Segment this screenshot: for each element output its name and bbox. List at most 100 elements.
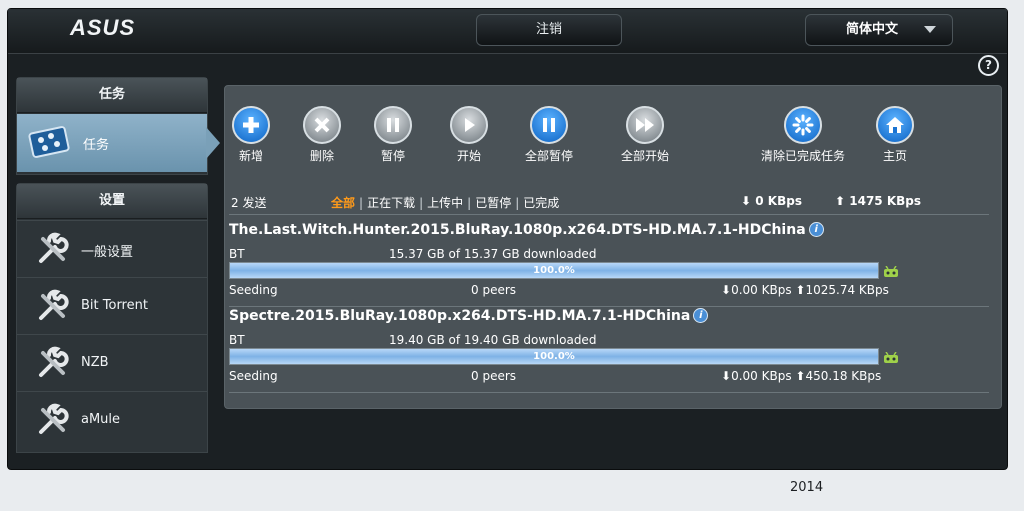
download-speed-value: 0 KBps	[755, 194, 802, 208]
upload-speed-value: 1475 KBps	[849, 194, 922, 208]
torrent-row[interactable]: Spectre.2015.BluRay.1080p.x264.DTS-HD.MA…	[229, 308, 989, 392]
home-icon	[876, 106, 914, 144]
info-icon[interactable]: i	[693, 308, 709, 323]
start-button[interactable]: 开始	[449, 106, 489, 164]
torrent-status: Seeding	[229, 283, 278, 297]
chevron-down-icon	[924, 26, 936, 33]
divider	[229, 392, 989, 393]
torrent-name-text: The.Last.Witch.Hunter.2015.BluRay.1080p.…	[229, 222, 806, 238]
sidebar-item-label: aMule	[81, 412, 121, 427]
arrow-down-icon: ⬇	[721, 369, 732, 383]
sidebar-item-label: NZB	[81, 355, 109, 370]
torrent-speed: ⬇0.00 KBps ⬆450.18 KBps	[721, 369, 881, 383]
total-download-speed: ⬇ 0 KBps	[741, 194, 802, 208]
task-count: 2 发送	[231, 196, 267, 210]
torrent-type: BT	[229, 247, 245, 261]
sidebar-item-nzb[interactable]: NZB	[17, 334, 207, 391]
filter-row: 2 发送 全部 | 正在下载 | 上传中 | 已暂停 | 已完成 ⬇ 0 KBps ⬆ 1475…	[229, 190, 989, 212]
delete-label: 删除	[309, 149, 334, 163]
filter-separator: |	[515, 196, 520, 210]
plus-icon	[232, 106, 270, 144]
asus-logo: ASUS	[70, 15, 136, 40]
start-all-button[interactable]: 全部开始	[617, 106, 673, 164]
torrent-name-text: Spectre.2015.BluRay.1080p.x264.DTS-HD.MA…	[229, 308, 691, 324]
home-label: 主页	[882, 149, 907, 163]
torrent-status: Seeding	[229, 369, 278, 383]
sidebar-item-label: 一般设置	[81, 245, 134, 260]
sidebar-item-label: Bit Torrent	[81, 298, 148, 313]
filter-completed[interactable]: 已完成	[523, 196, 559, 210]
progress-text: 100.0%	[533, 351, 575, 362]
progress-bar[interactable]: 100.0%	[229, 262, 879, 279]
torrent-type: BT	[229, 333, 245, 347]
filter-separator: |	[359, 196, 364, 210]
torrent-size: 15.37 GB of 15.37 GB downloaded	[389, 247, 597, 261]
sidebar-item-tasks[interactable]: 任务	[17, 114, 207, 172]
robot-icon	[884, 266, 898, 277]
divider	[229, 214, 989, 215]
start-label: 开始	[456, 149, 481, 163]
torrent-peers: 0 peers	[471, 283, 517, 297]
torrent-peers: 0 peers	[471, 369, 517, 383]
sidebar-item-amule[interactable]: aMule	[17, 391, 207, 452]
task-board-icon	[28, 126, 70, 158]
filter-paused[interactable]: 已暂停	[475, 196, 511, 210]
filter-all[interactable]: 全部	[331, 196, 355, 210]
sidebar-item-general[interactable]: 一般设置	[17, 220, 207, 277]
wrench-icon	[39, 289, 69, 320]
delete-button[interactable]: 删除	[302, 106, 342, 164]
pause-icon	[374, 106, 412, 144]
help-icon[interactable]: ?	[978, 55, 999, 76]
torrent-name[interactable]: The.Last.Witch.Hunter.2015.BluRay.1080p.…	[229, 222, 824, 238]
info-icon[interactable]: i	[808, 222, 824, 237]
torrent-up-speed: 450.18 KBps	[805, 369, 882, 383]
task-list-panel: 新增 删除 暂停 开始 全部暂停 全部开始 清除已完成任务 主页 2 发送 全部…	[224, 85, 1002, 409]
total-upload-speed: ⬆ 1475 KBps	[835, 194, 921, 208]
torrent-name[interactable]: Spectre.2015.BluRay.1080p.x264.DTS-HD.MA…	[229, 308, 709, 324]
x-icon	[303, 106, 341, 144]
torrent-up-speed: 1025.74 KBps	[805, 283, 889, 297]
torrent-down-speed: 0.00 KBps	[731, 369, 792, 383]
app-frame: ASUS 注销 简体中文 ? 任务 任务 设置 一般设置 Bit Torrent…	[7, 8, 1008, 470]
sidebar-item-label: 任务	[83, 138, 110, 153]
logout-button[interactable]: 注销	[476, 14, 622, 46]
footer-copyright: 2014	[790, 480, 824, 495]
pause-all-label: 全部暂停	[524, 149, 573, 163]
divider	[229, 306, 989, 307]
clear-completed-label: 清除已完成任务	[760, 149, 845, 163]
pause-label: 暂停	[380, 149, 405, 163]
pause-all-icon	[530, 106, 568, 144]
settings-panel-title: 设置	[17, 184, 207, 219]
pause-all-button[interactable]: 全部暂停	[521, 106, 577, 164]
torrent-size: 19.40 GB of 19.40 GB downloaded	[389, 333, 597, 347]
arrow-down-icon: ⬇	[741, 194, 752, 208]
play-icon	[450, 106, 488, 144]
settings-panel: 设置 一般设置 Bit Torrent NZB aMule	[16, 183, 208, 453]
tasks-panel: 任务 任务	[16, 77, 208, 175]
torrent-speed: ⬇0.00 KBps ⬆1025.74 KBps	[721, 283, 889, 297]
add-button[interactable]: 新增	[231, 106, 271, 164]
filter-uploading[interactable]: 上传中	[427, 196, 463, 210]
pause-button[interactable]: 暂停	[373, 106, 413, 164]
torrent-row[interactable]: The.Last.Witch.Hunter.2015.BluRay.1080p.…	[229, 222, 989, 306]
filter-separator: |	[419, 196, 424, 210]
filter-downloading[interactable]: 正在下载	[367, 196, 415, 210]
wrench-icon	[39, 403, 69, 434]
filter-tabs: 全部 | 正在下载 | 上传中 | 已暂停 | 已完成	[331, 194, 559, 211]
filter-separator: |	[467, 196, 472, 210]
add-label: 新增	[238, 149, 263, 163]
wrench-icon	[39, 232, 69, 263]
clear-completed-button[interactable]: 清除已完成任务	[758, 106, 848, 164]
home-button[interactable]: 主页	[875, 106, 915, 164]
wrench-icon	[39, 346, 69, 377]
robot-icon	[884, 352, 898, 363]
language-select[interactable]: 简体中文	[805, 14, 953, 46]
arrow-down-icon: ⬇	[721, 283, 732, 297]
arrow-up-icon: ⬆	[795, 369, 806, 383]
progress-text: 100.0%	[533, 265, 575, 276]
progress-bar[interactable]: 100.0%	[229, 348, 879, 365]
language-value: 简体中文	[846, 22, 899, 37]
start-all-icon	[626, 106, 664, 144]
sidebar-item-bittorrent[interactable]: Bit Torrent	[17, 277, 207, 334]
active-pointer	[206, 127, 220, 159]
